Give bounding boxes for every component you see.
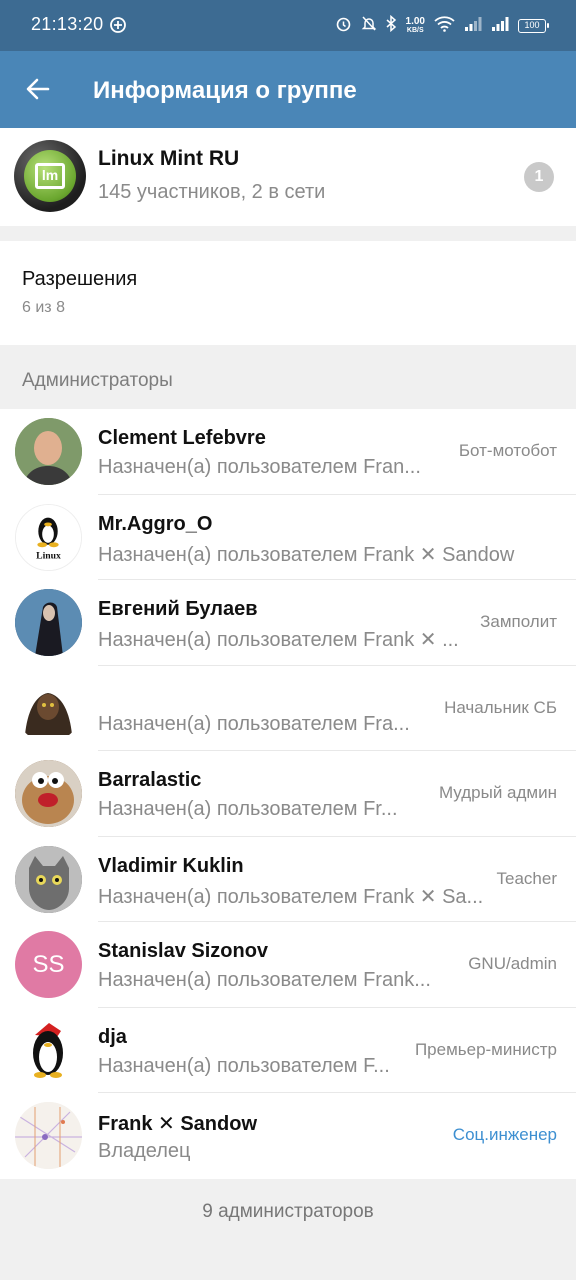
avatar xyxy=(15,674,82,742)
permissions-title: Разрешения xyxy=(22,268,138,290)
avatar xyxy=(15,845,82,913)
admin-name: Евгений Булаев xyxy=(98,598,258,620)
admin-name: dja xyxy=(98,1025,127,1048)
notification-badge: 1 xyxy=(524,162,554,192)
avatar-initials: SS xyxy=(15,931,82,998)
admin-assigned-by: Назначен(а) пользователем Frank ✕ Sandow xyxy=(98,543,515,566)
admin-role: Соц.инженер xyxy=(452,1125,557,1144)
admin-role: Замполит xyxy=(480,612,557,631)
avatar xyxy=(15,589,82,656)
alarm-icon xyxy=(335,15,352,37)
status-time: 21:13:20 xyxy=(31,14,104,34)
admin-row[interactable]: Frank ✕ Sandow Владелец Соц.инженер xyxy=(0,1093,576,1179)
admins-count: 9 администраторов xyxy=(202,1201,374,1222)
admin-assigned-by: Назначен(а) пользователем Frank... xyxy=(98,969,431,991)
admin-name: Barralastic xyxy=(98,769,202,791)
admin-role: Премьер-министр xyxy=(414,1039,557,1059)
admin-name: Stanislav Sizonov xyxy=(98,940,269,962)
wifi-icon xyxy=(434,15,455,37)
page-title: Информация о группе xyxy=(93,77,357,104)
admin-role: Teacher xyxy=(496,868,557,888)
admin-row[interactable]: SS Stanislav Sizonov Назначен(а) пользов… xyxy=(0,922,576,1008)
admins-section-header: Администраторы xyxy=(22,370,173,391)
linux-mint-logo-icon: lm xyxy=(24,150,76,202)
battery-icon: 100 xyxy=(518,19,549,33)
admin-name: Frank ✕ Sandow xyxy=(98,1113,258,1135)
svg-text:Linux: Linux xyxy=(36,550,61,561)
admin-row[interactable]: Vladimir Kuklin Назначен(а) пользователе… xyxy=(0,837,576,922)
arrow-left-icon xyxy=(26,78,50,100)
admin-row[interactable]: Евгений Булаев Назначен(а) пользователем… xyxy=(0,580,576,666)
admin-name: Clement Lefebvre xyxy=(98,427,266,449)
avatar xyxy=(15,760,82,827)
admin-assigned-by: Назначен(а) пользователем Fr... xyxy=(98,798,398,820)
avatar: Linux xyxy=(15,503,82,571)
admin-row[interactable]: Linux Mr.Aggro_O Назначен(а) пользовател… xyxy=(0,495,576,580)
admin-role: Бот-мотобот xyxy=(458,441,557,460)
group-info-card[interactable]: lm Linux Mint RU 145 участников, 2 в сет… xyxy=(0,128,576,226)
admin-role: GNU/admin xyxy=(468,954,557,973)
bluetooth-icon xyxy=(386,14,397,37)
penguin-icon xyxy=(15,1016,82,1084)
group-members-status: 145 участников, 2 в сети xyxy=(98,181,326,203)
admin-assigned-by: Назначен(а) пользователем Fran... xyxy=(98,456,421,478)
signal-icon-2 xyxy=(491,16,509,37)
mute-icon xyxy=(361,15,377,37)
avatar xyxy=(15,1016,82,1084)
back-button[interactable] xyxy=(16,67,60,111)
status-bar: 21:13:20 1.00 KB/S 100 xyxy=(0,0,576,51)
admin-role: Начальник СБ xyxy=(444,697,557,717)
admin-name: Mr.Aggro_O xyxy=(98,512,213,535)
linux-tux-icon: Linux xyxy=(16,504,81,570)
admin-assigned-by: Назначен(а) пользователем Frank ✕ ... xyxy=(98,629,459,651)
group-avatar[interactable]: lm xyxy=(14,140,86,212)
avatar xyxy=(15,418,82,485)
admin-assigned-by: Назначен(а) пользователем F... xyxy=(98,1054,390,1077)
signal-icon-1 xyxy=(464,16,482,37)
admin-row[interactable]: Barralastic Назначен(а) пользователем Fr… xyxy=(0,751,576,837)
admin-row[interactable]: Clement Lefebvre Назначен(а) пользовател… xyxy=(0,409,576,495)
data-saver-icon xyxy=(109,16,127,39)
admin-role: Мудрый админ xyxy=(438,783,557,802)
avatar xyxy=(15,1102,82,1169)
network-speed: 1.00 KB/S xyxy=(406,17,425,35)
net-speed-value: 1.00 xyxy=(405,16,425,27)
admin-row[interactable]: Назначен(а) пользователем Fra... Начальн… xyxy=(0,666,576,751)
admin-assigned-by: Назначен(а) пользователем Frank ✕ Sa... xyxy=(98,885,484,908)
admin-row[interactable]: dja Назначен(а) пользователем F... Премь… xyxy=(0,1008,576,1093)
admin-assigned-by: Назначен(а) пользователем Fra... xyxy=(98,712,410,735)
app-bar: Информация о группе xyxy=(0,51,576,128)
admin-name: Vladimir Kuklin xyxy=(98,854,244,877)
status-icons: 1.00 KB/S 100 xyxy=(335,14,549,37)
net-speed-unit: KB/S xyxy=(406,27,424,34)
admin-owner-label: Владелец xyxy=(98,1140,191,1162)
group-name: Linux Mint RU xyxy=(98,147,240,170)
admins-list: Clement Lefebvre Назначен(а) пользовател… xyxy=(0,409,576,1179)
permissions-row[interactable]: Разрешения 6 из 8 xyxy=(0,241,576,345)
permissions-value: 6 из 8 xyxy=(22,299,65,316)
